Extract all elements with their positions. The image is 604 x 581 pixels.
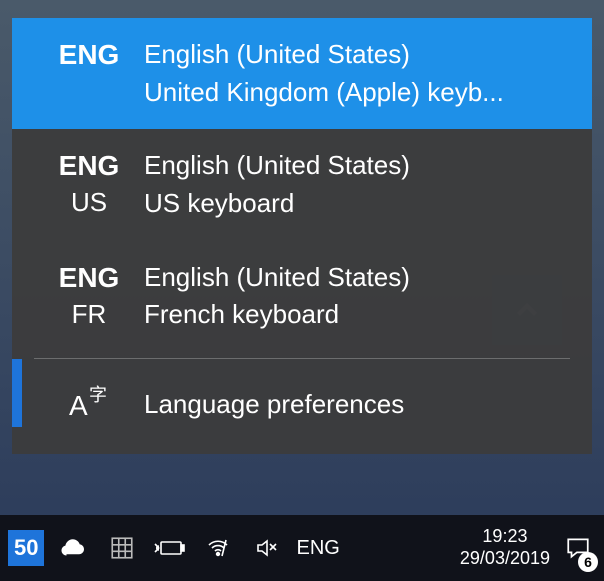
taskbar: 50 ENG 19:23 29/03/2019: [0, 515, 604, 581]
language-text: English (United States) United Kingdom (…: [144, 36, 576, 111]
power-icon[interactable]: [152, 518, 188, 578]
language-option-eng-us[interactable]: ENG US English (United States) US keyboa…: [12, 129, 592, 240]
action-center-icon[interactable]: 6: [560, 518, 596, 578]
language-abbr: ENG US: [34, 147, 144, 220]
onedrive-icon[interactable]: [56, 518, 92, 578]
svg-text:A: A: [69, 390, 88, 421]
battery-saver-badge[interactable]: 50: [8, 518, 44, 578]
language-indicator[interactable]: ENG: [296, 518, 339, 578]
svg-text:字: 字: [89, 385, 107, 405]
language-abbr: ENG FR: [34, 259, 144, 332]
language-preferences-link[interactable]: A 字 Language preferences: [12, 359, 592, 454]
language-text: English (United States) French keyboard: [144, 259, 576, 334]
selection-strip: [12, 359, 22, 427]
wifi-icon[interactable]: [200, 518, 236, 578]
language-option-eng-uk-apple[interactable]: ENG English (United States) United Kingd…: [12, 18, 592, 129]
language-text: English (United States) US keyboard: [144, 147, 576, 222]
tablet-mode-icon[interactable]: [104, 518, 140, 578]
clock[interactable]: 19:23 29/03/2019: [460, 518, 550, 578]
language-switcher-popup: ENG English (United States) United Kingd…: [12, 18, 592, 454]
language-abbr: ENG: [34, 36, 144, 74]
volume-mute-icon[interactable]: [248, 518, 284, 578]
notification-badge: 6: [578, 552, 598, 572]
language-option-eng-fr[interactable]: ENG FR English (United States) French ke…: [12, 241, 592, 352]
language-prefs-icon: A 字: [67, 381, 111, 428]
